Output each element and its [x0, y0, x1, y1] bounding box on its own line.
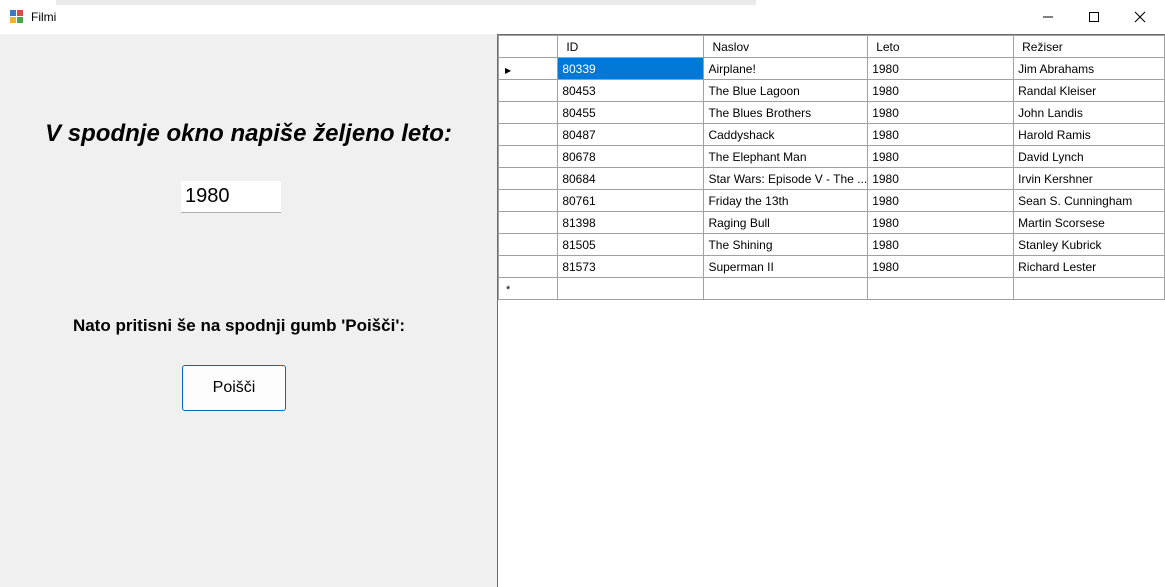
cell-id[interactable]: 80684 — [557, 167, 705, 190]
column-header-naslov[interactable]: Naslov — [703, 35, 869, 58]
cell-reziser[interactable]: John Landis — [1013, 101, 1165, 124]
cell-id[interactable]: 80339 — [557, 57, 705, 80]
cell-naslov[interactable]: The Blue Lagoon — [703, 79, 869, 102]
films-grid[interactable]: ID Naslov Leto Režiser ▶ 80339 Airplane!… — [497, 34, 1165, 587]
cell-leto[interactable]: 1980 — [867, 57, 1015, 80]
column-header-reziser[interactable]: Režiser — [1013, 35, 1165, 58]
row-header[interactable] — [497, 233, 559, 256]
row-header[interactable] — [497, 189, 559, 212]
cell-leto[interactable]: 1980 — [867, 167, 1015, 190]
cell-reziser[interactable]: Harold Ramis — [1013, 123, 1165, 146]
cell-reziser[interactable]: Irvin Kershner — [1013, 167, 1165, 190]
table-row[interactable]: 80453 The Blue Lagoon 1980 Randal Kleise… — [497, 79, 1165, 102]
cell-leto[interactable]: 1980 — [867, 101, 1015, 124]
cell-naslov[interactable]: Superman II — [703, 255, 869, 278]
cell-leto[interactable]: 1980 — [867, 145, 1015, 168]
row-header[interactable]: ▶ — [497, 57, 559, 80]
search-button[interactable]: Poišči — [182, 365, 286, 411]
table-row[interactable]: 80678 The Elephant Man 1980 David Lynch — [497, 145, 1165, 168]
new-row-header[interactable]: * — [497, 277, 559, 300]
cell-reziser[interactable]: Randal Kleiser — [1013, 79, 1165, 102]
instruction-label: Nato pritisni še na spodnji gumb 'Poišči… — [72, 316, 406, 335]
cell-leto[interactable]: 1980 — [867, 79, 1015, 102]
table-row[interactable]: 80455 The Blues Brothers 1980 John Landi… — [497, 101, 1165, 124]
row-header[interactable] — [497, 167, 559, 190]
cell-naslov[interactable]: Caddyshack — [703, 123, 869, 146]
window-title: Filmi — [31, 10, 57, 24]
header-row: ID Naslov Leto Režiser — [497, 35, 1165, 58]
new-cell-reziser[interactable] — [1013, 277, 1165, 300]
minimize-icon — [1043, 16, 1053, 18]
table-row[interactable]: 81573 Superman II 1980 Richard Lester — [497, 255, 1165, 278]
cell-reziser[interactable]: Jim Abrahams — [1013, 57, 1165, 80]
cell-id[interactable]: 81398 — [557, 211, 705, 234]
cell-naslov[interactable]: Airplane! — [703, 57, 869, 80]
close-icon — [1134, 11, 1146, 23]
cell-reziser[interactable]: David Lynch — [1013, 145, 1165, 168]
cell-leto[interactable]: 1980 — [867, 189, 1015, 212]
maximize-button[interactable] — [1071, 0, 1117, 34]
cell-naslov[interactable]: The Shining — [703, 233, 869, 256]
column-header-leto[interactable]: Leto — [867, 35, 1015, 58]
row-header[interactable] — [497, 79, 559, 102]
close-button[interactable] — [1117, 0, 1163, 34]
cell-id[interactable]: 80455 — [557, 101, 705, 124]
cell-id[interactable]: 81573 — [557, 255, 705, 278]
cell-leto[interactable]: 1980 — [867, 123, 1015, 146]
background-window-strip — [56, 0, 756, 5]
table-row[interactable]: ▶ 80339 Airplane! 1980 Jim Abrahams — [497, 57, 1165, 80]
table-row[interactable]: 80684 Star Wars: Episode V - The ... 198… — [497, 167, 1165, 190]
new-cell-leto[interactable] — [867, 277, 1015, 300]
title-bar[interactable]: Filmi — [0, 0, 1165, 34]
cell-leto[interactable]: 1980 — [867, 233, 1015, 256]
prompt-title: V spodnje okno napiše željeno leto: — [45, 120, 452, 147]
cell-naslov[interactable]: Friday the 13th — [703, 189, 869, 212]
cell-id[interactable]: 81505 — [557, 233, 705, 256]
table-row[interactable]: 80761 Friday the 13th 1980 Sean S. Cunni… — [497, 189, 1165, 212]
cell-leto[interactable]: 1980 — [867, 255, 1015, 278]
maximize-icon — [1089, 12, 1099, 22]
cell-reziser[interactable]: Richard Lester — [1013, 255, 1165, 278]
row-header[interactable] — [497, 211, 559, 234]
cell-reziser[interactable]: Stanley Kubrick — [1013, 233, 1165, 256]
table-row[interactable]: 81505 The Shining 1980 Stanley Kubrick — [497, 233, 1165, 256]
year-input[interactable] — [181, 181, 281, 213]
row-header[interactable] — [497, 123, 559, 146]
cell-id[interactable]: 80487 — [557, 123, 705, 146]
minimize-button[interactable] — [1025, 0, 1071, 34]
cell-reziser[interactable]: Sean S. Cunningham — [1013, 189, 1165, 212]
cell-leto[interactable]: 1980 — [867, 211, 1015, 234]
cell-id[interactable]: 80678 — [557, 145, 705, 168]
new-cell-naslov[interactable] — [703, 277, 869, 300]
current-row-arrow-icon: ▶ — [505, 65, 512, 75]
new-row-asterisk-icon: * — [506, 283, 511, 296]
cell-id[interactable]: 80453 — [557, 79, 705, 102]
table-row[interactable]: 81398 Raging Bull 1980 Martin Scorsese — [497, 211, 1165, 234]
column-header-id[interactable]: ID — [557, 35, 705, 58]
row-header[interactable] — [497, 255, 559, 278]
new-row[interactable]: * — [497, 277, 1165, 300]
corner-header[interactable] — [497, 35, 559, 58]
cell-naslov[interactable]: Raging Bull — [703, 211, 869, 234]
app-form-icon[interactable] — [10, 10, 24, 24]
row-header[interactable] — [497, 145, 559, 168]
table-row[interactable]: 80487 Caddyshack 1980 Harold Ramis — [497, 123, 1165, 146]
cell-reziser[interactable]: Martin Scorsese — [1013, 211, 1165, 234]
cell-naslov[interactable]: The Elephant Man — [703, 145, 869, 168]
films-table: ID Naslov Leto Režiser ▶ 80339 Airplane!… — [497, 35, 1165, 300]
row-header[interactable] — [497, 101, 559, 124]
search-panel: V spodnje okno napiše željeno leto: Nato… — [0, 34, 497, 587]
cell-id[interactable]: 80761 — [557, 189, 705, 212]
cell-naslov[interactable]: Star Wars: Episode V - The ... — [703, 167, 869, 190]
new-cell-id[interactable] — [557, 277, 705, 300]
cell-naslov[interactable]: The Blues Brothers — [703, 101, 869, 124]
